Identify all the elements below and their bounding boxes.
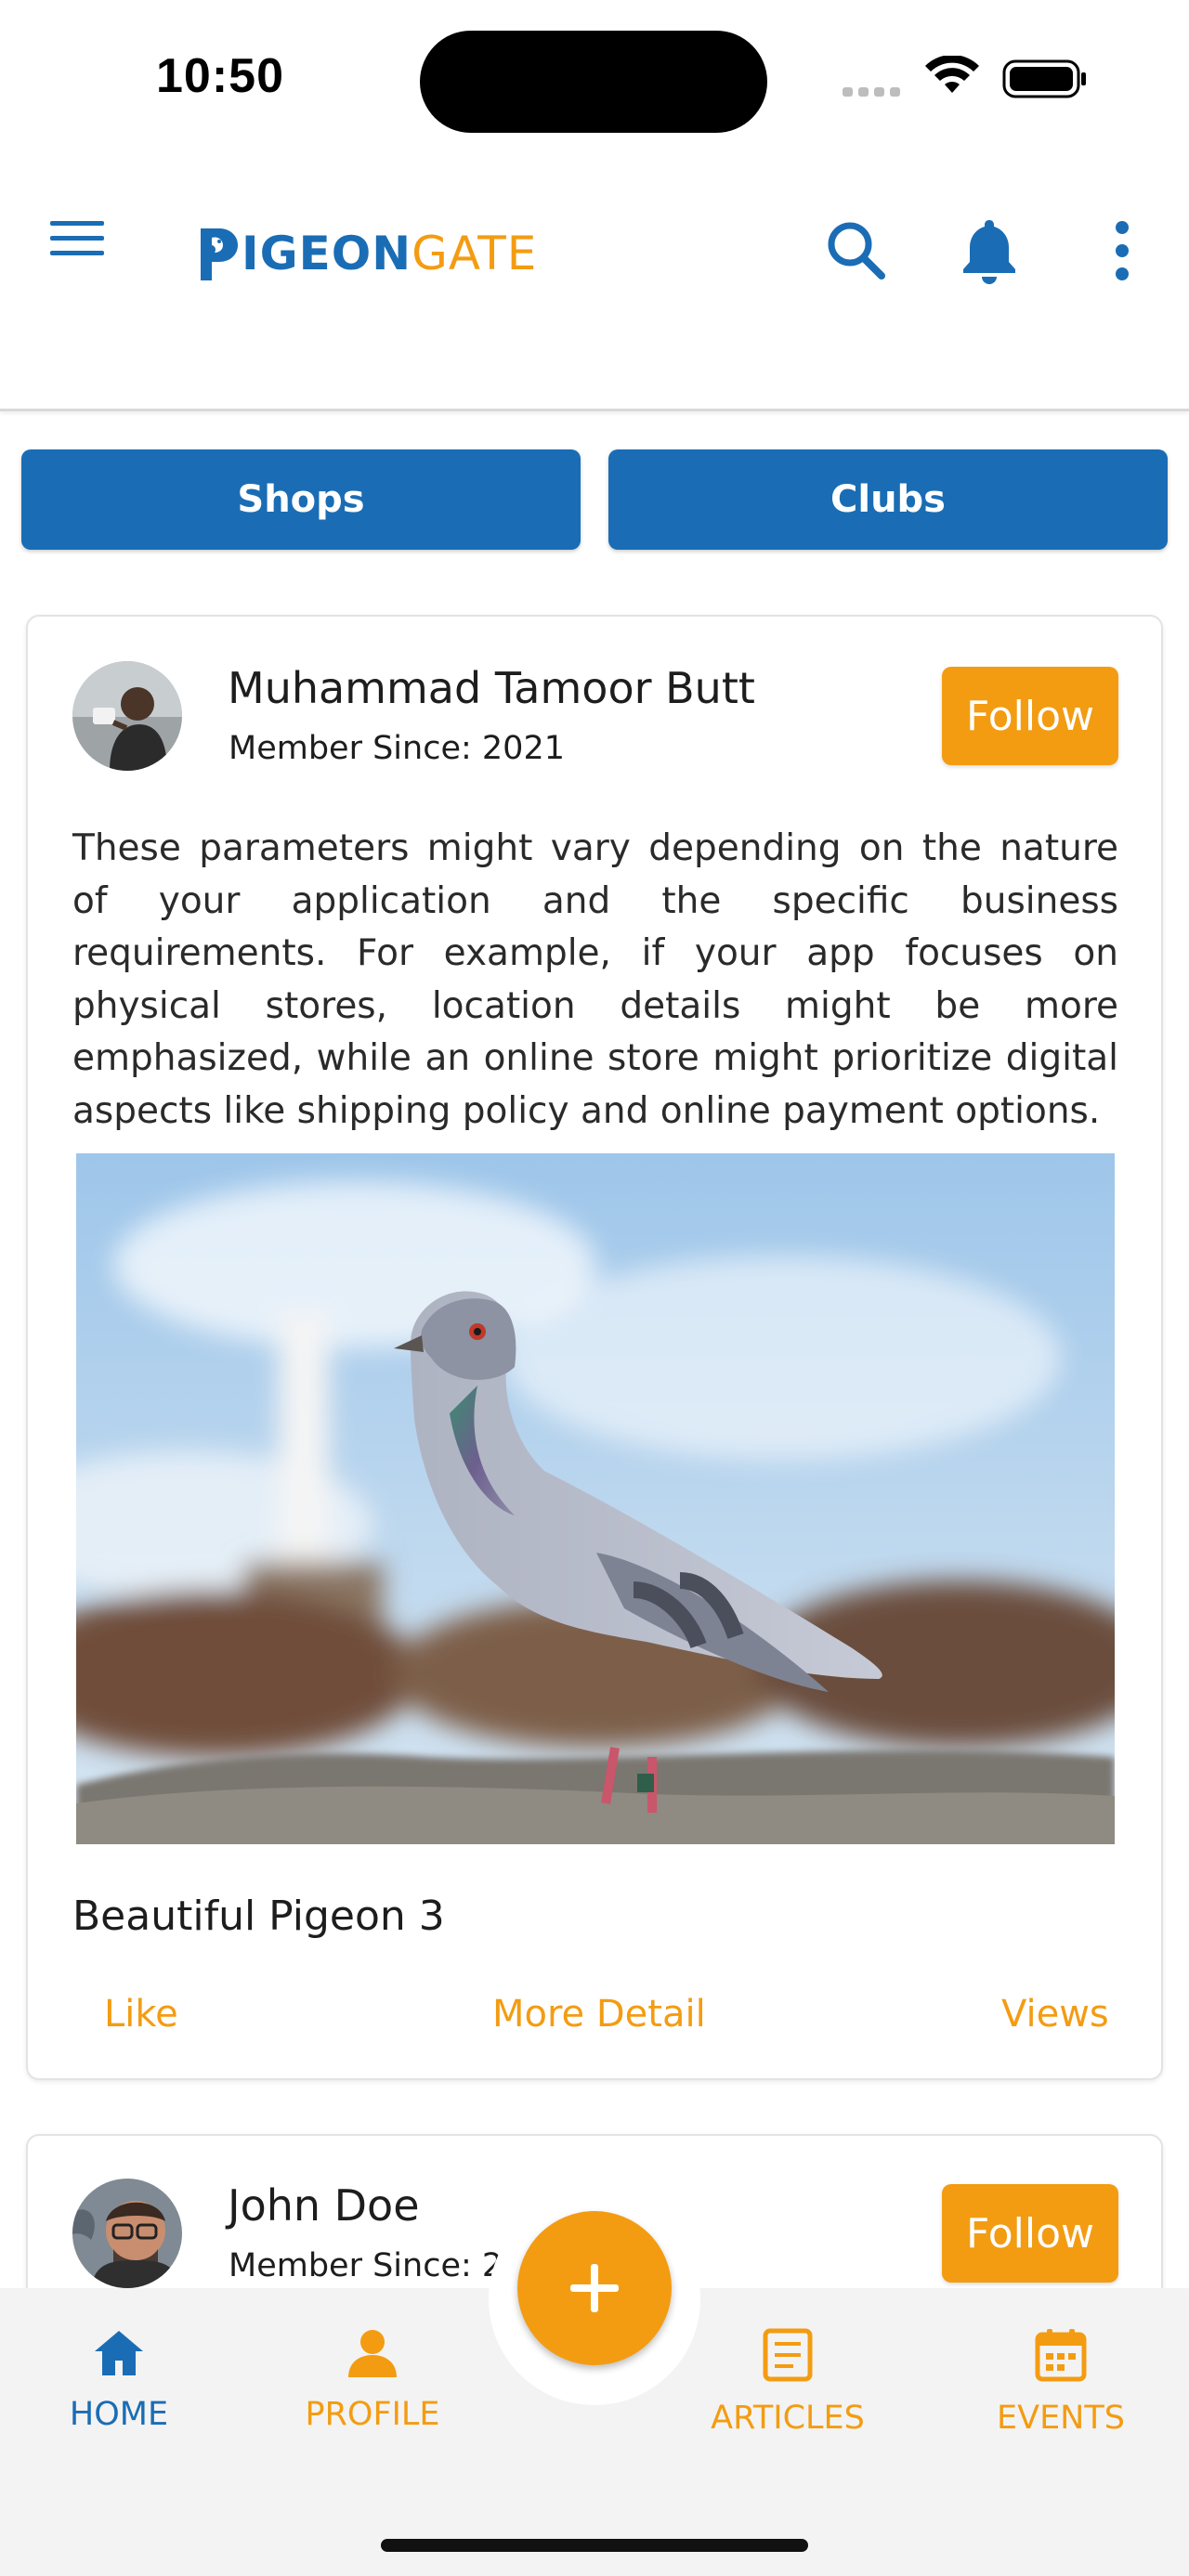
person-icon — [348, 2330, 397, 2377]
follow-button[interactable]: Follow — [942, 667, 1118, 765]
author-name[interactable]: Muhammad Tamoor Butt — [228, 663, 755, 713]
author-name[interactable]: John Doe — [228, 2180, 420, 2231]
app-header: IGEON GATE — [0, 149, 1189, 411]
battery-icon — [1002, 59, 1086, 98]
wifi-icon — [925, 56, 979, 93]
author-avatar[interactable] — [72, 2179, 182, 2288]
follow-button[interactable]: Follow — [942, 2184, 1118, 2283]
add-post-button[interactable] — [517, 2211, 672, 2365]
more-detail-button[interactable]: More Detail — [492, 1993, 706, 2036]
more-vertical-icon — [1116, 221, 1129, 280]
post-title: Beautiful Pigeon 3 — [72, 1893, 445, 1940]
nav-profile-label: PROFILE — [305, 2396, 440, 2433]
article-icon — [763, 2328, 813, 2382]
status-icons — [843, 56, 1086, 98]
nav-home-label: HOME — [69, 2396, 169, 2433]
pigeon-logo-icon — [201, 228, 238, 280]
menu-icon — [50, 221, 104, 255]
dynamic-island — [420, 31, 767, 133]
nav-events[interactable]: EVENTS — [968, 2327, 1154, 2437]
nav-profile[interactable]: PROFILE — [280, 2327, 465, 2433]
like-button[interactable]: Like — [104, 1993, 178, 2036]
status-time: 10:50 — [156, 49, 284, 103]
calendar-icon — [1035, 2329, 1087, 2382]
bell-icon — [963, 220, 1015, 284]
pigeon-photo — [76, 1153, 1115, 1844]
post-image[interactable] — [76, 1153, 1115, 1844]
clubs-button[interactable]: Clubs — [608, 449, 1168, 550]
nav-articles[interactable]: ARTICLES — [695, 2327, 881, 2437]
author-avatar[interactable] — [72, 661, 182, 771]
logo-text-strong: IGEON — [242, 227, 412, 280]
nav-articles-label: ARTICLES — [711, 2400, 865, 2437]
menu-button[interactable] — [46, 214, 108, 264]
plus-icon — [570, 2264, 619, 2312]
avatar-image — [72, 2179, 182, 2288]
avatar-image — [72, 661, 182, 771]
member-since: Member Since: 2021 — [229, 730, 565, 767]
post-card: Muhammad Tamoor Butt Member Since: 2021 … — [26, 615, 1163, 2080]
home-icon — [95, 2331, 143, 2375]
shops-button[interactable]: Shops — [21, 449, 581, 550]
status-bar: 10:50 — [0, 0, 1189, 149]
views-button[interactable]: Views — [1001, 1993, 1109, 2036]
notifications-button[interactable] — [952, 214, 1026, 288]
search-button[interactable] — [819, 214, 894, 288]
top-buttons: Shops Clubs — [21, 449, 1168, 550]
nav-home[interactable]: HOME — [26, 2327, 212, 2433]
home-indicator — [381, 2539, 808, 2552]
post-text: These parameters might vary depending on… — [72, 827, 1118, 1132]
nav-events-label: EVENTS — [997, 2400, 1125, 2437]
more-options-button[interactable] — [1085, 214, 1159, 288]
cellular-signal-icon — [843, 87, 900, 97]
logo-text-light: GATE — [412, 227, 538, 280]
app-logo: IGEON GATE — [197, 221, 537, 286]
search-icon — [828, 222, 885, 280]
